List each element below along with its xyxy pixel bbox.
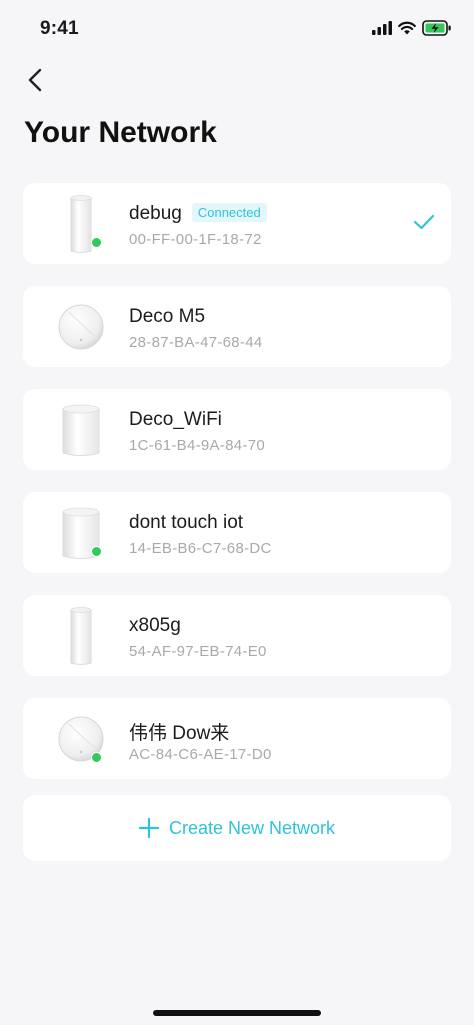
network-name: x805g — [129, 615, 181, 636]
home-indicator — [153, 1010, 321, 1016]
battery-charging-icon — [422, 20, 451, 36]
wifi-icon — [398, 21, 416, 35]
network-mac: 00-FF-00-1F-18-72 — [129, 231, 262, 248]
online-status-dot — [91, 237, 102, 248]
status-bar: 9:41 — [0, 0, 474, 54]
network-card[interactable]: dont touch iot 14-EB-B6-C7-68-DC — [23, 492, 451, 573]
network-card[interactable]: Deco M5 28-87-BA-47-68-44 — [23, 286, 451, 367]
network-mac: 54-AF-97-EB-74-E0 — [129, 643, 267, 660]
network-name: Deco M5 — [129, 306, 206, 327]
create-network-label: Create New Network — [168, 817, 336, 838]
page-title: Your Network — [24, 116, 217, 149]
status-time: 9:41 — [40, 18, 79, 39]
network-name: Deco_WiFi — [129, 409, 222, 430]
network-card[interactable]: debug Connected 00-FF-00-1F-18-72 — [23, 183, 451, 264]
status-icons — [372, 18, 452, 38]
create-network-button[interactable]: Create New Network — [23, 795, 451, 861]
network-mac: 1C-61-B4-9A-84-70 — [129, 437, 265, 454]
network-list: debug Connected 00-FF-00-1F-18-72 Deco M5… — [23, 183, 451, 801]
network-name: 伟伟 Dow来 — [129, 723, 230, 744]
network-name: debug Connected — [129, 203, 267, 225]
cellular-signal-icon — [372, 21, 392, 35]
plus-icon — [138, 818, 159, 838]
network-card[interactable]: 伟伟 Dow来 AC-84-C6-AE-17-D0 — [23, 698, 451, 779]
network-name: dont touch iot — [129, 512, 244, 533]
network-card[interactable]: Deco_WiFi 1C-61-B4-9A-84-70 — [23, 389, 451, 470]
tower-icon — [70, 607, 92, 665]
disc-icon — [58, 716, 104, 762]
network-mac: 28-87-BA-47-68-44 — [129, 334, 263, 351]
cube-icon — [62, 507, 100, 559]
back-chevron-icon[interactable] — [22, 64, 50, 96]
network-mac: AC-84-C6-AE-17-D0 — [129, 746, 272, 763]
online-status-dot — [91, 546, 102, 557]
checkmark-icon — [413, 214, 435, 230]
network-name-text: debug — [129, 203, 182, 224]
network-mac: 14-EB-B6-C7-68-DC — [129, 540, 272, 557]
connected-badge: Connected — [191, 203, 267, 222]
cube-icon — [62, 404, 100, 456]
disc-icon — [58, 304, 104, 350]
tower-icon — [70, 195, 92, 253]
online-status-dot — [91, 752, 102, 763]
network-card[interactable]: x805g 54-AF-97-EB-74-E0 — [23, 595, 451, 676]
